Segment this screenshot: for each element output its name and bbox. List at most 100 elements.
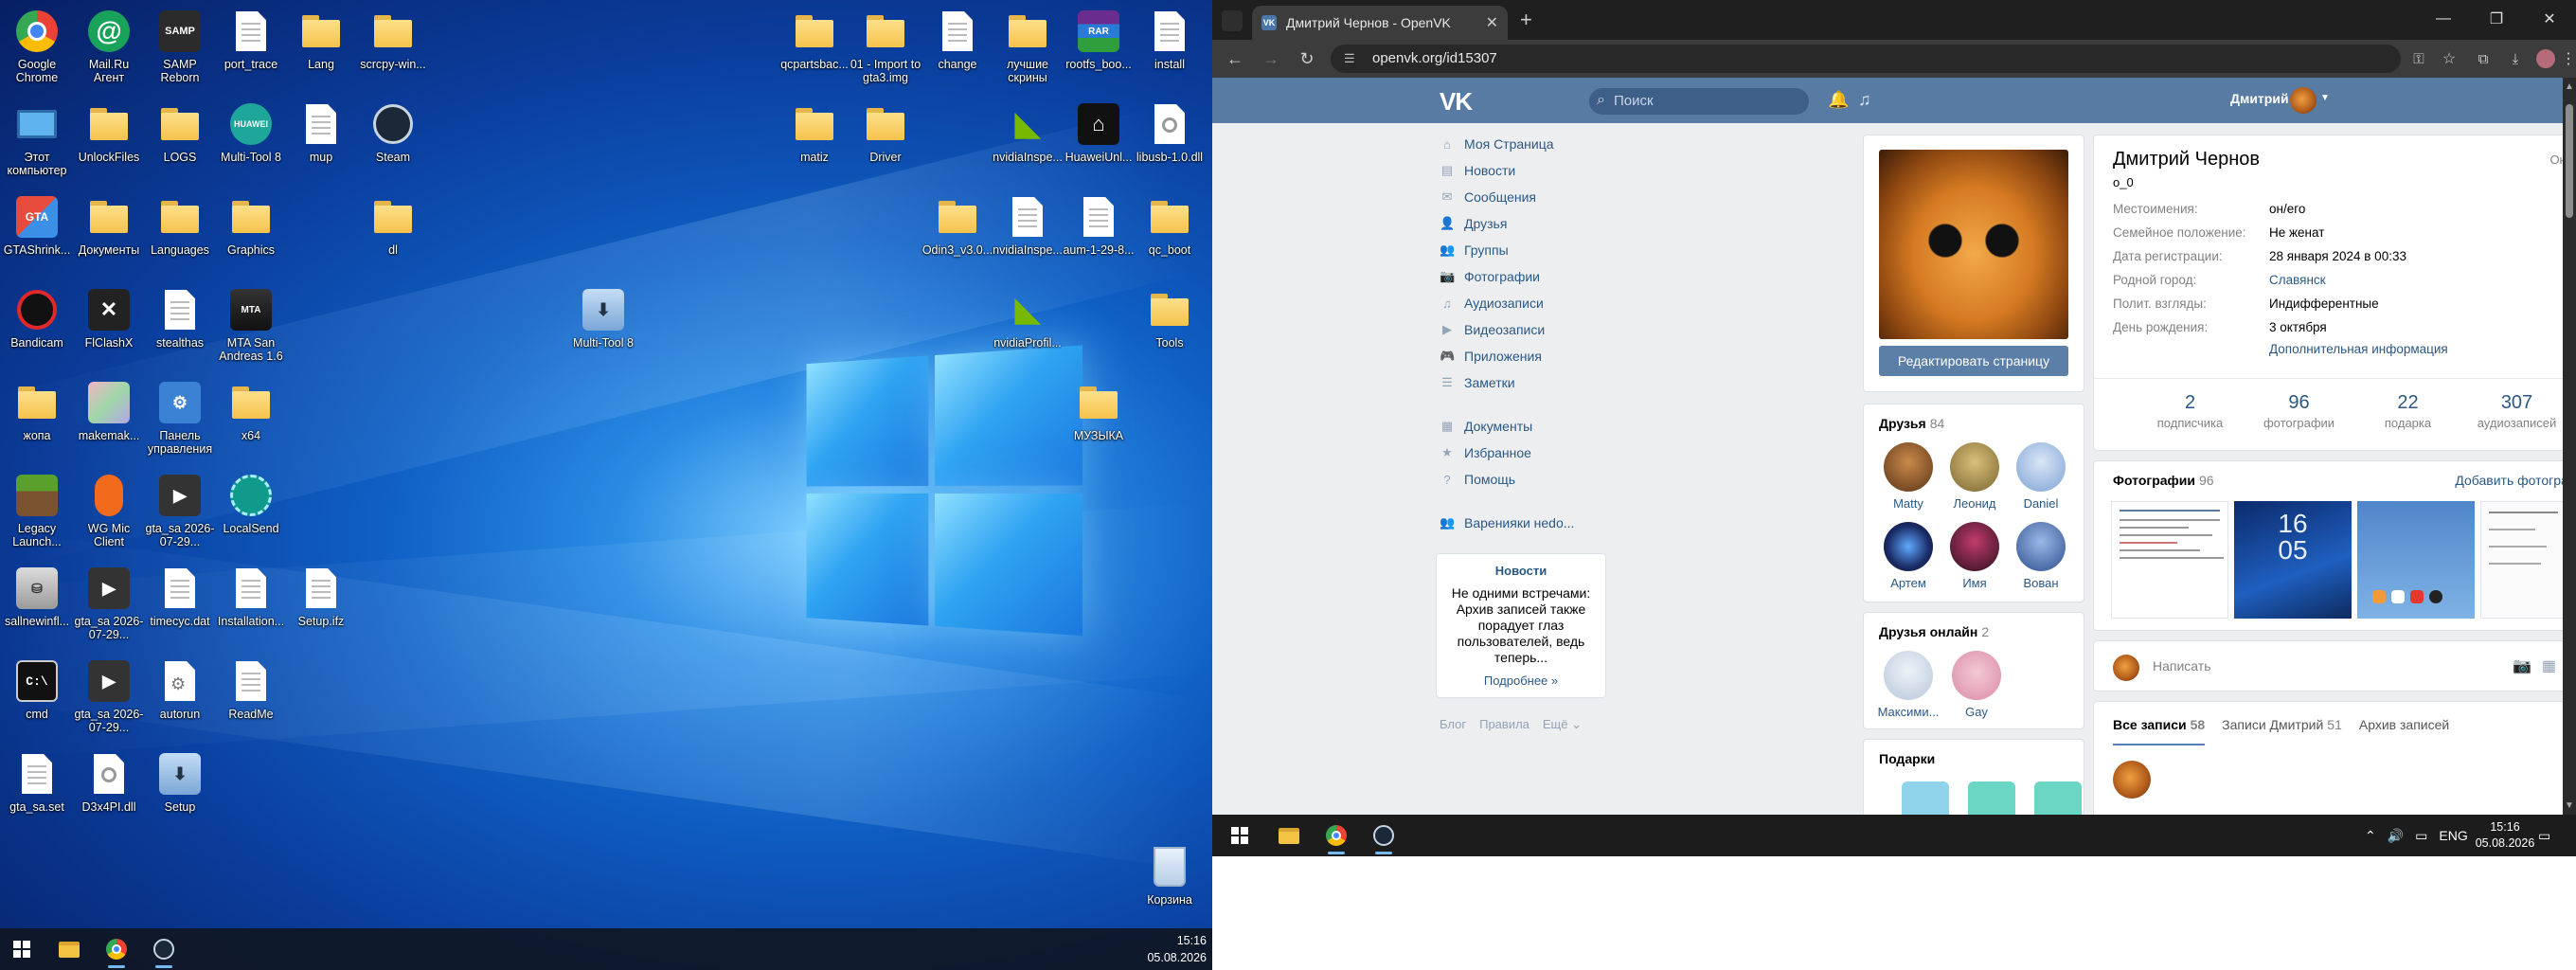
desktop-icon[interactable]: ReadMe <box>214 657 288 721</box>
tab-archive[interactable]: Архив записей <box>2359 717 2449 745</box>
bookmark-star-icon[interactable]: ☆ <box>2436 45 2462 72</box>
desktop-icon[interactable]: RAR rootfs_boo... <box>1062 8 1136 71</box>
taskbar-chrome-2[interactable] <box>1315 815 1358 856</box>
desktop-icon[interactable]: лучшие скрины <box>991 8 1064 84</box>
volume-icon[interactable]: 🔊 <box>2388 828 2404 844</box>
taskbar-steam[interactable] <box>142 928 186 970</box>
page-scrollbar[interactable]: ▲ ▼ <box>2563 78 2576 815</box>
desktop-icon[interactable]: Tools <box>1133 286 1207 350</box>
tray-clock[interactable]: 15:16 05.08.2026 <box>2472 815 2538 856</box>
friends-online-title[interactable]: Друзья онлайн 2 <box>1879 624 1989 639</box>
desktop-icon[interactable]: makemak... <box>72 379 146 442</box>
menu-item[interactable]: ✉ Сообщения <box>1436 184 1616 210</box>
desktop-icon[interactable]: ▶ gta_sa 2026-07-29... <box>143 472 217 548</box>
browser-tab[interactable]: VK Дмитрий Чернов - OpenVK ✕ <box>1252 6 1508 40</box>
start-button-2[interactable] <box>1218 815 1261 856</box>
scroll-down-icon[interactable]: ▼ <box>2565 800 2574 811</box>
desktop-icon[interactable]: ✕ FlClashX <box>72 286 146 350</box>
header-user-name[interactable]: Дмитрий <box>2230 91 2289 106</box>
menu-item[interactable]: ♫ Аудиозаписи <box>1436 290 1616 316</box>
desktop-icon[interactable]: HUAWEI Multi-Tool 8 <box>214 100 288 164</box>
desktop-icon[interactable]: ⬇ Setup <box>143 750 217 814</box>
address-bar[interactable]: ☰ openvk.org/id15307 <box>1331 45 2401 73</box>
desktop-icon[interactable]: МУЗЫКА <box>1062 379 1136 442</box>
desktop-icon[interactable]: WG Mic Client <box>72 472 146 548</box>
desktop-icon[interactable]: ◣ nvidiaInspe... <box>991 100 1064 164</box>
gift-item[interactable] <box>1902 781 1949 815</box>
menu-item[interactable]: 👥 Группы <box>1436 237 1616 263</box>
back-icon[interactable]: ← <box>1222 45 1248 72</box>
taskbar-explorer[interactable] <box>47 928 91 970</box>
profile-status[interactable]: о_0 <box>2113 175 2134 189</box>
desktop-icon[interactable]: nvidiaInspe... <box>991 193 1064 257</box>
friend-item[interactable]: Вован <box>2008 522 2074 590</box>
scroll-up-icon[interactable]: ▲ <box>2565 81 2574 92</box>
close-tab-icon[interactable]: ✕ <box>1486 13 1498 32</box>
photos-title[interactable]: Фотографии 96 <box>2113 473 2214 488</box>
desktop-icon[interactable]: stealthas <box>143 286 217 350</box>
news-widget-more-link[interactable]: Подробнее » <box>1444 674 1598 688</box>
friend-online-item[interactable]: Gay <box>1943 651 2010 719</box>
close-window-button[interactable]: ✕ <box>2523 0 2576 38</box>
menu-item[interactable]: 📷 Фотографии <box>1436 263 1616 290</box>
desktop-icon[interactable]: ⚙ Панель управления <box>143 379 217 456</box>
desktop-icon[interactable]: ◣ nvidiaProfil... <box>991 286 1064 350</box>
menu-item[interactable]: ★ Избранное <box>1436 440 1616 466</box>
desktop-icon[interactable]: qcpartsbac... <box>778 8 851 71</box>
forward-icon[interactable]: → <box>1258 45 1284 72</box>
notifications-icon[interactable]: ▭ <box>2538 815 2550 856</box>
friend-item[interactable]: Matty <box>1875 442 1941 511</box>
friend-item[interactable]: Имя <box>1941 522 2008 590</box>
desktop-icon[interactable]: ▶ gta_sa 2026-07-29... <box>72 565 146 641</box>
taskbar-explorer-2[interactable] <box>1267 815 1311 856</box>
extensions-icon[interactable]: ⧉ <box>2470 45 2496 72</box>
desktop-icon[interactable]: UnlockFiles <box>72 100 146 164</box>
desktop-icon[interactable]: Setup.ifz <box>284 565 358 628</box>
bell-icon[interactable]: 🔔 <box>1828 90 1849 110</box>
desktop-icon[interactable]: SAMP SAMP Reborn <box>143 8 217 84</box>
desktop-icon[interactable]: port_trace <box>214 8 288 71</box>
desktop-icon[interactable]: LOGS <box>143 100 217 164</box>
tab-search-icon[interactable] <box>1222 10 1243 31</box>
desktop-icon[interactable]: Документы <box>72 193 146 257</box>
desktop-icon[interactable]: Graphics <box>214 193 288 257</box>
menu-item[interactable]: 🎮 Приложения <box>1436 343 1616 369</box>
profile-counter[interactable]: 22 подарка <box>2358 392 2458 430</box>
taskbar-steam-2[interactable] <box>1362 815 1405 856</box>
new-tab-button[interactable]: + <box>1520 8 1532 32</box>
edit-profile-button[interactable]: Редактировать страницу <box>1879 346 2068 376</box>
menu-item[interactable]: 👤 Друзья <box>1436 210 1616 237</box>
desktop-icon[interactable]: change <box>921 8 994 71</box>
desktop-icon[interactable]: scrcpy-win... <box>356 8 430 71</box>
desktop-icon[interactable]: gta_sa.set <box>0 750 74 814</box>
friend-online-item[interactable]: Максими... <box>1875 651 1941 719</box>
desktop-icon[interactable]: Driver <box>849 100 922 164</box>
desktop-icon[interactable]: Lang <box>284 8 358 71</box>
desktop-icon[interactable]: dl <box>356 193 430 257</box>
password-key-icon[interactable]: ⚿ <box>2406 45 2432 72</box>
desktop-icon[interactable]: ⛁ sallnewinfl... <box>0 565 74 628</box>
friend-item[interactable]: Артем <box>1875 522 1941 590</box>
desktop-icon[interactable]: ▶ gta_sa 2026-07-29... <box>72 657 146 734</box>
tab-owner-posts[interactable]: Записи Дмитрий 51 <box>2222 717 2342 745</box>
desktop-icon[interactable]: Bandicam <box>0 286 74 350</box>
friend-item[interactable]: Леонид <box>1941 442 2008 511</box>
friend-item[interactable]: Daniel <box>2008 442 2074 511</box>
desktop-icon[interactable]: Installation... <box>214 565 288 628</box>
desktop-icon[interactable]: MTA MTA San Andreas 1.6 <box>214 286 288 363</box>
desktop-icon[interactable]: qc_boot <box>1133 193 1207 257</box>
desktop-icon[interactable]: Odin3_v3.0... <box>921 193 994 257</box>
video-icon[interactable]: ▦ <box>2542 656 2556 675</box>
desktop-icon[interactable]: x64 <box>214 379 288 442</box>
tab-all-posts[interactable]: Все записи 58 <box>2113 717 2206 745</box>
menu-item[interactable]: ▶ Видеозаписи <box>1436 316 1616 343</box>
desktop-icon[interactable]: aum-1-29-8... <box>1062 193 1136 257</box>
friends-title[interactable]: Друзья 84 <box>1879 416 1944 431</box>
reload-icon[interactable]: ↻ <box>1294 45 1320 72</box>
menu-item[interactable]: ☰ Заметки <box>1436 369 1616 396</box>
footer-more-link[interactable]: Ещё ⌄ <box>1543 717 1582 732</box>
desktop-icon[interactable]: Legacy Launch... <box>0 472 74 548</box>
tray-chevron-up-icon[interactable]: ⌃ <box>2365 828 2376 844</box>
gift-item[interactable] <box>2034 781 2082 815</box>
desktop-icon[interactable]: LocalSend <box>214 472 288 535</box>
